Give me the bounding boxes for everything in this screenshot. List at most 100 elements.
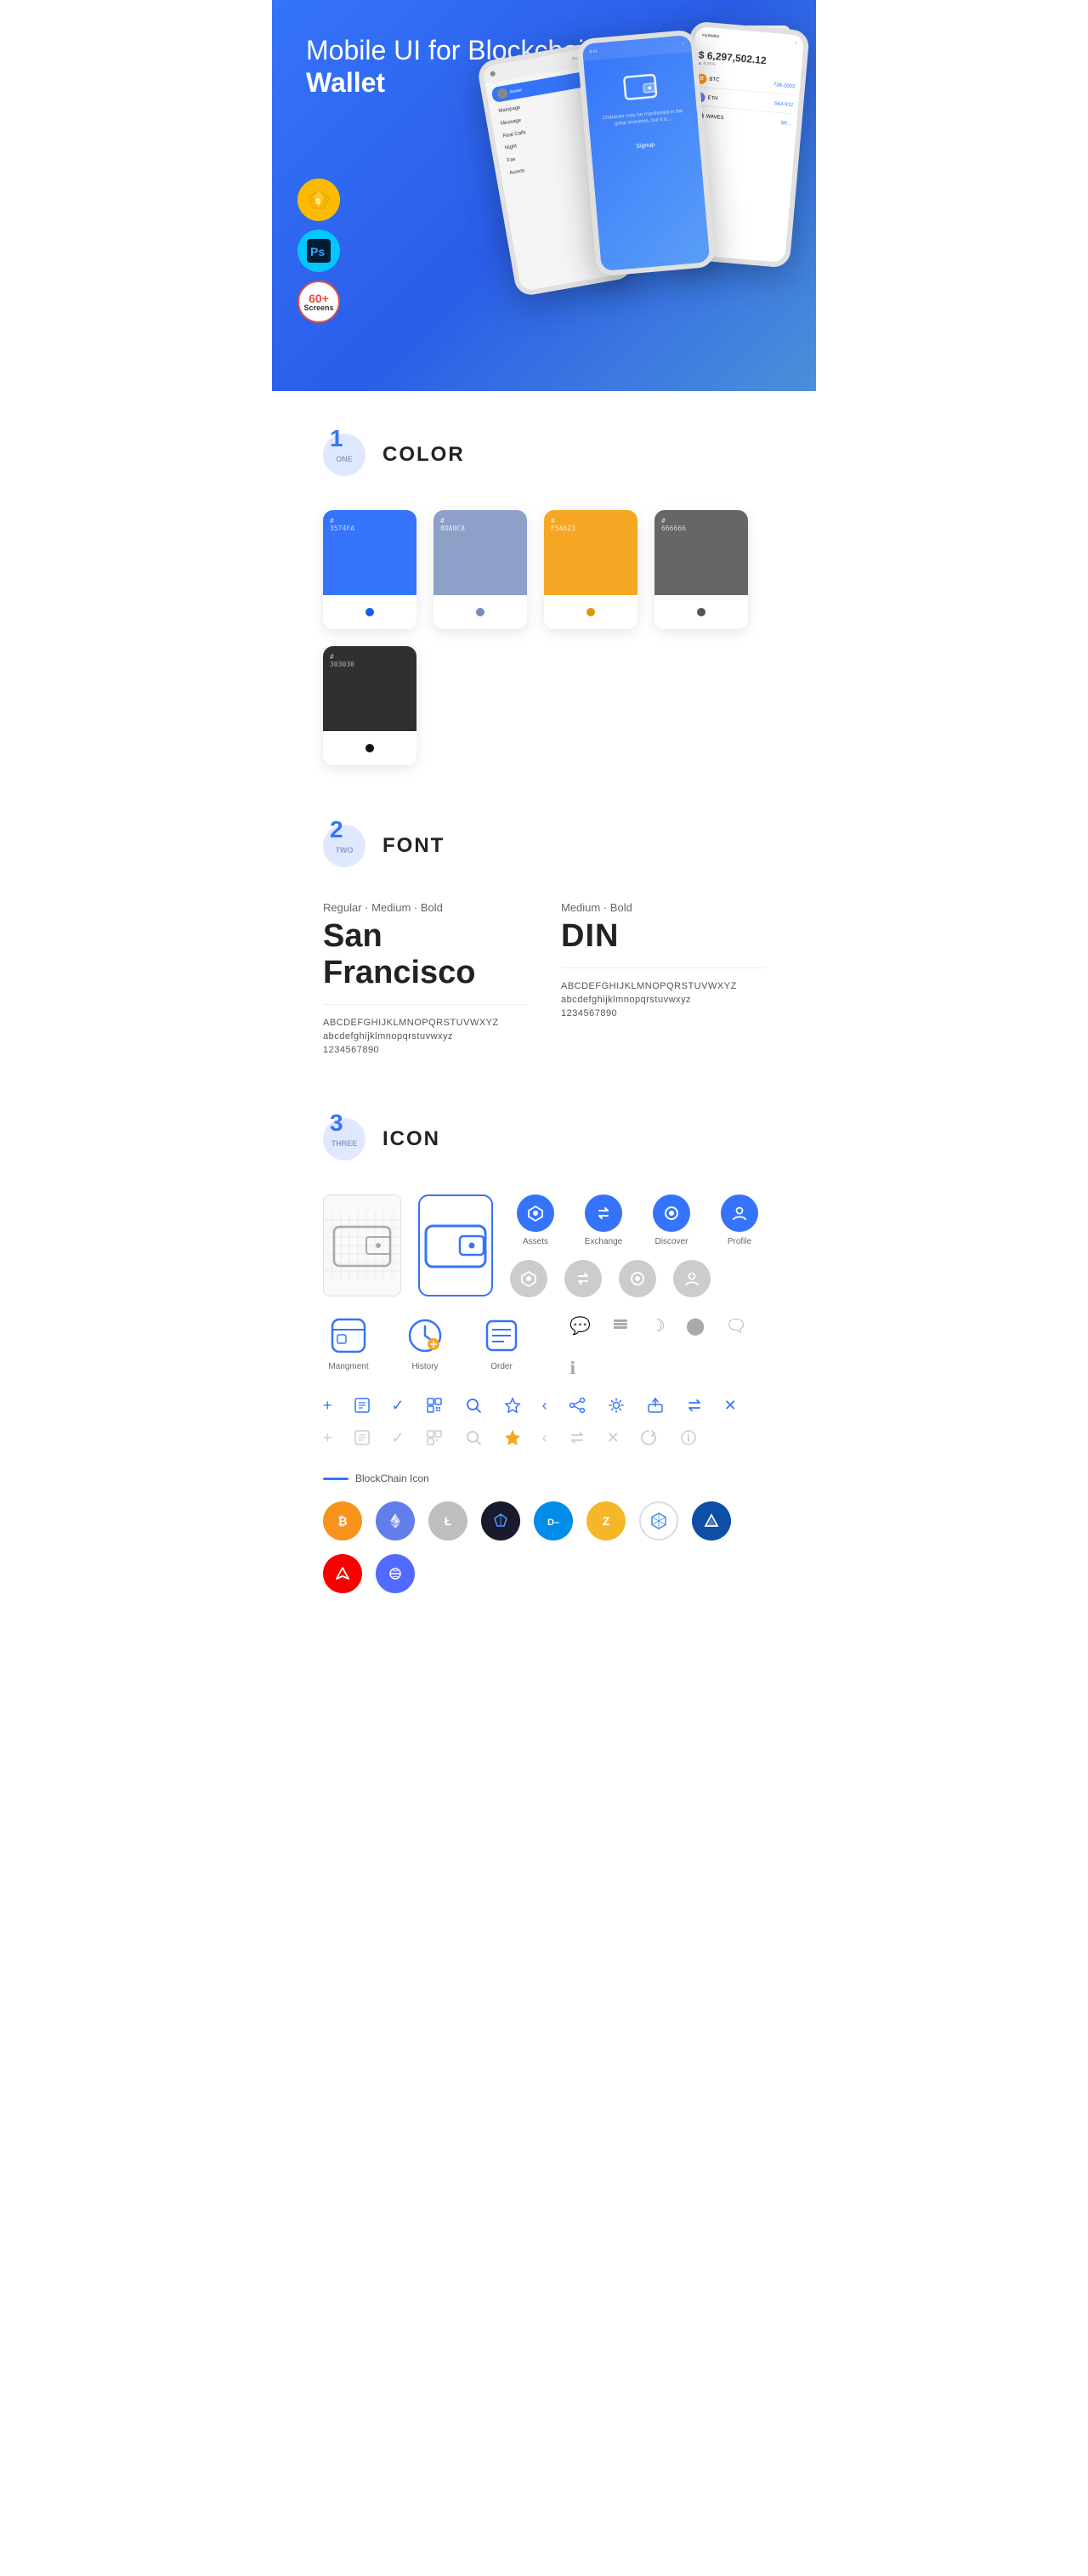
utility-icons-group: 💬 ☽ ⬤ 🗨 ℹ <box>570 1314 765 1379</box>
wings-coin <box>481 1501 520 1540</box>
history-icon-item: History <box>400 1314 450 1371</box>
turn-icon-gray <box>640 1428 659 1447</box>
info-icon-gray <box>679 1428 698 1447</box>
utility-icons-row-1: 💬 ☽ ⬤ 🗨 ℹ <box>570 1314 765 1379</box>
chat-icon: 💬 <box>570 1315 591 1336</box>
hero-section: Mobile UI for Blockchain Wallet UI Kit S… <box>272 0 816 391</box>
svg-text:–: – <box>554 1518 559 1528</box>
font-din: Medium · Bold DIN ABCDEFGHIJKLMNOPQRSTUV… <box>561 901 765 1058</box>
discover-icon-item: Discover <box>646 1194 697 1246</box>
close-icon: ✕ <box>724 1397 737 1415</box>
assets-icon <box>517 1194 554 1232</box>
layers-icon <box>611 1314 630 1337</box>
swatch-blue: #3574FA <box>323 510 416 629</box>
phones-mockup: Profile Avatar Mainpage Message Real Cal… <box>493 34 799 272</box>
grid-coin <box>639 1501 678 1540</box>
font-section: 2 TWO FONT Regular · Medium · Bold San F… <box>272 808 816 1101</box>
icon-title: ICON <box>382 1127 440 1151</box>
sketch-badge: S <box>298 179 340 221</box>
profile-icon-item: Profile <box>714 1194 765 1246</box>
chevron-left-icon-gray: ‹ <box>542 1429 547 1447</box>
check-icon: ✓ <box>392 1397 405 1415</box>
arrows-icon-gray <box>568 1428 586 1447</box>
bitcoin-coin: ₿ <box>323 1501 362 1540</box>
exchange-icon <box>585 1194 622 1232</box>
small-icons-row-2-gray: + ✓ ‹ ✕ <box>323 1428 765 1447</box>
dash-coin: D– <box>534 1501 573 1540</box>
assets-icon-item: Assets <box>510 1194 561 1246</box>
color-section-header: 1 ONE COLOR <box>323 434 765 476</box>
ps-badge: Ps <box>298 230 340 272</box>
x-icon-gray: ✕ <box>607 1429 620 1447</box>
management-icon-item: Mangment <box>323 1314 374 1371</box>
profile-icon <box>721 1194 758 1232</box>
share-icon <box>568 1396 586 1415</box>
chat2-icon: 🗨 <box>725 1315 746 1336</box>
section-num-1: 1 ONE <box>323 434 366 476</box>
color-swatches: #3574FA #8DA0C8 #F5A623 #666666 <box>323 510 765 765</box>
wallet-blueprint-icon <box>323 1194 401 1297</box>
blockchain-line <box>323 1478 348 1480</box>
screens-badge: 60+ Screens <box>298 281 340 323</box>
font-san-francisco: Regular · Medium · Bold San Francisco AB… <box>323 901 527 1058</box>
wallet-filled-icon <box>418 1194 493 1297</box>
color-section: 1 ONE COLOR #3574FA #8DA0C8 #F5A623 <box>272 391 816 808</box>
svg-text:Ps: Ps <box>310 245 325 258</box>
order-icon <box>480 1314 523 1357</box>
section-num-2: 2 TWO <box>323 825 366 867</box>
font-grid: Regular · Medium · Bold San Francisco AB… <box>323 901 765 1058</box>
discover-icon <box>653 1194 690 1232</box>
ethereum-coin <box>376 1501 415 1540</box>
svg-text:D: D <box>547 1518 554 1528</box>
export-icon <box>646 1396 665 1415</box>
color-title: COLOR <box>382 443 465 467</box>
swap-icon <box>685 1396 704 1415</box>
wallet-icon-showcase: Assets Exchange Discover <box>323 1194 765 1297</box>
icon-section: 3 THREE ICON <box>272 1101 816 1670</box>
settings-icon <box>607 1396 626 1415</box>
qr-icon-gray <box>425 1428 444 1447</box>
exchange-icon-outline <box>564 1260 602 1297</box>
phone-2: 9:41 + Character may be manifested in th… <box>576 29 716 276</box>
swatch-midgray: #666666 <box>654 510 748 629</box>
chevron-left-icon: ‹ <box>542 1397 547 1415</box>
history-icon <box>404 1314 446 1357</box>
star-icon <box>503 1396 522 1415</box>
nav-icons-filled-row: Assets Exchange Discover <box>510 1194 765 1246</box>
litecoin-coin: Ł <box>428 1501 468 1540</box>
swatch-orange: #F5A623 <box>544 510 638 629</box>
exchange-icon-item: Exchange <box>578 1194 629 1246</box>
order-icon-item: Order <box>476 1314 527 1371</box>
edit-list-icon-gray <box>353 1428 371 1447</box>
discover-icon-outline <box>619 1260 656 1297</box>
moon-icon: ☽ <box>650 1315 666 1336</box>
info-icon: ℹ <box>570 1358 576 1379</box>
search-icon <box>464 1396 483 1415</box>
swatch-dark: #303030 <box>323 646 416 765</box>
zcash-coin: Z <box>586 1501 626 1540</box>
badge-group: S Ps 60+ Screens <box>298 179 340 323</box>
plus-icon: + <box>323 1397 332 1415</box>
star-icon-orange <box>503 1428 522 1447</box>
icon-section-header: 3 THREE ICON <box>323 1118 765 1160</box>
section-num-3: 3 THREE <box>323 1118 366 1160</box>
check-icon-gray: ✓ <box>392 1429 405 1447</box>
nav-icons-outline-row <box>510 1260 765 1297</box>
search-icon-gray <box>464 1428 483 1447</box>
swatch-grayblue: #8DA0C8 <box>434 510 527 629</box>
blockchain-header: BlockChain Icon <box>323 1472 765 1484</box>
nav-icons-group: Assets Exchange Discover <box>510 1194 765 1297</box>
ark-coin <box>323 1554 362 1593</box>
coins-row: ₿ Ł D– Z <box>323 1501 765 1593</box>
management-icon <box>327 1314 370 1357</box>
svg-text:S: S <box>315 197 320 206</box>
plus-icon-gray: + <box>323 1429 332 1447</box>
qr-icon <box>425 1396 444 1415</box>
circle-icon: ⬤ <box>686 1315 705 1336</box>
font-section-header: 2 TWO FONT <box>323 825 765 867</box>
profile-icon-outline <box>673 1260 711 1297</box>
band-coin <box>376 1554 415 1593</box>
font-title: FONT <box>382 834 445 858</box>
small-icons-row-1: + ✓ ‹ ✕ <box>323 1396 765 1415</box>
lisk-coin <box>692 1501 731 1540</box>
